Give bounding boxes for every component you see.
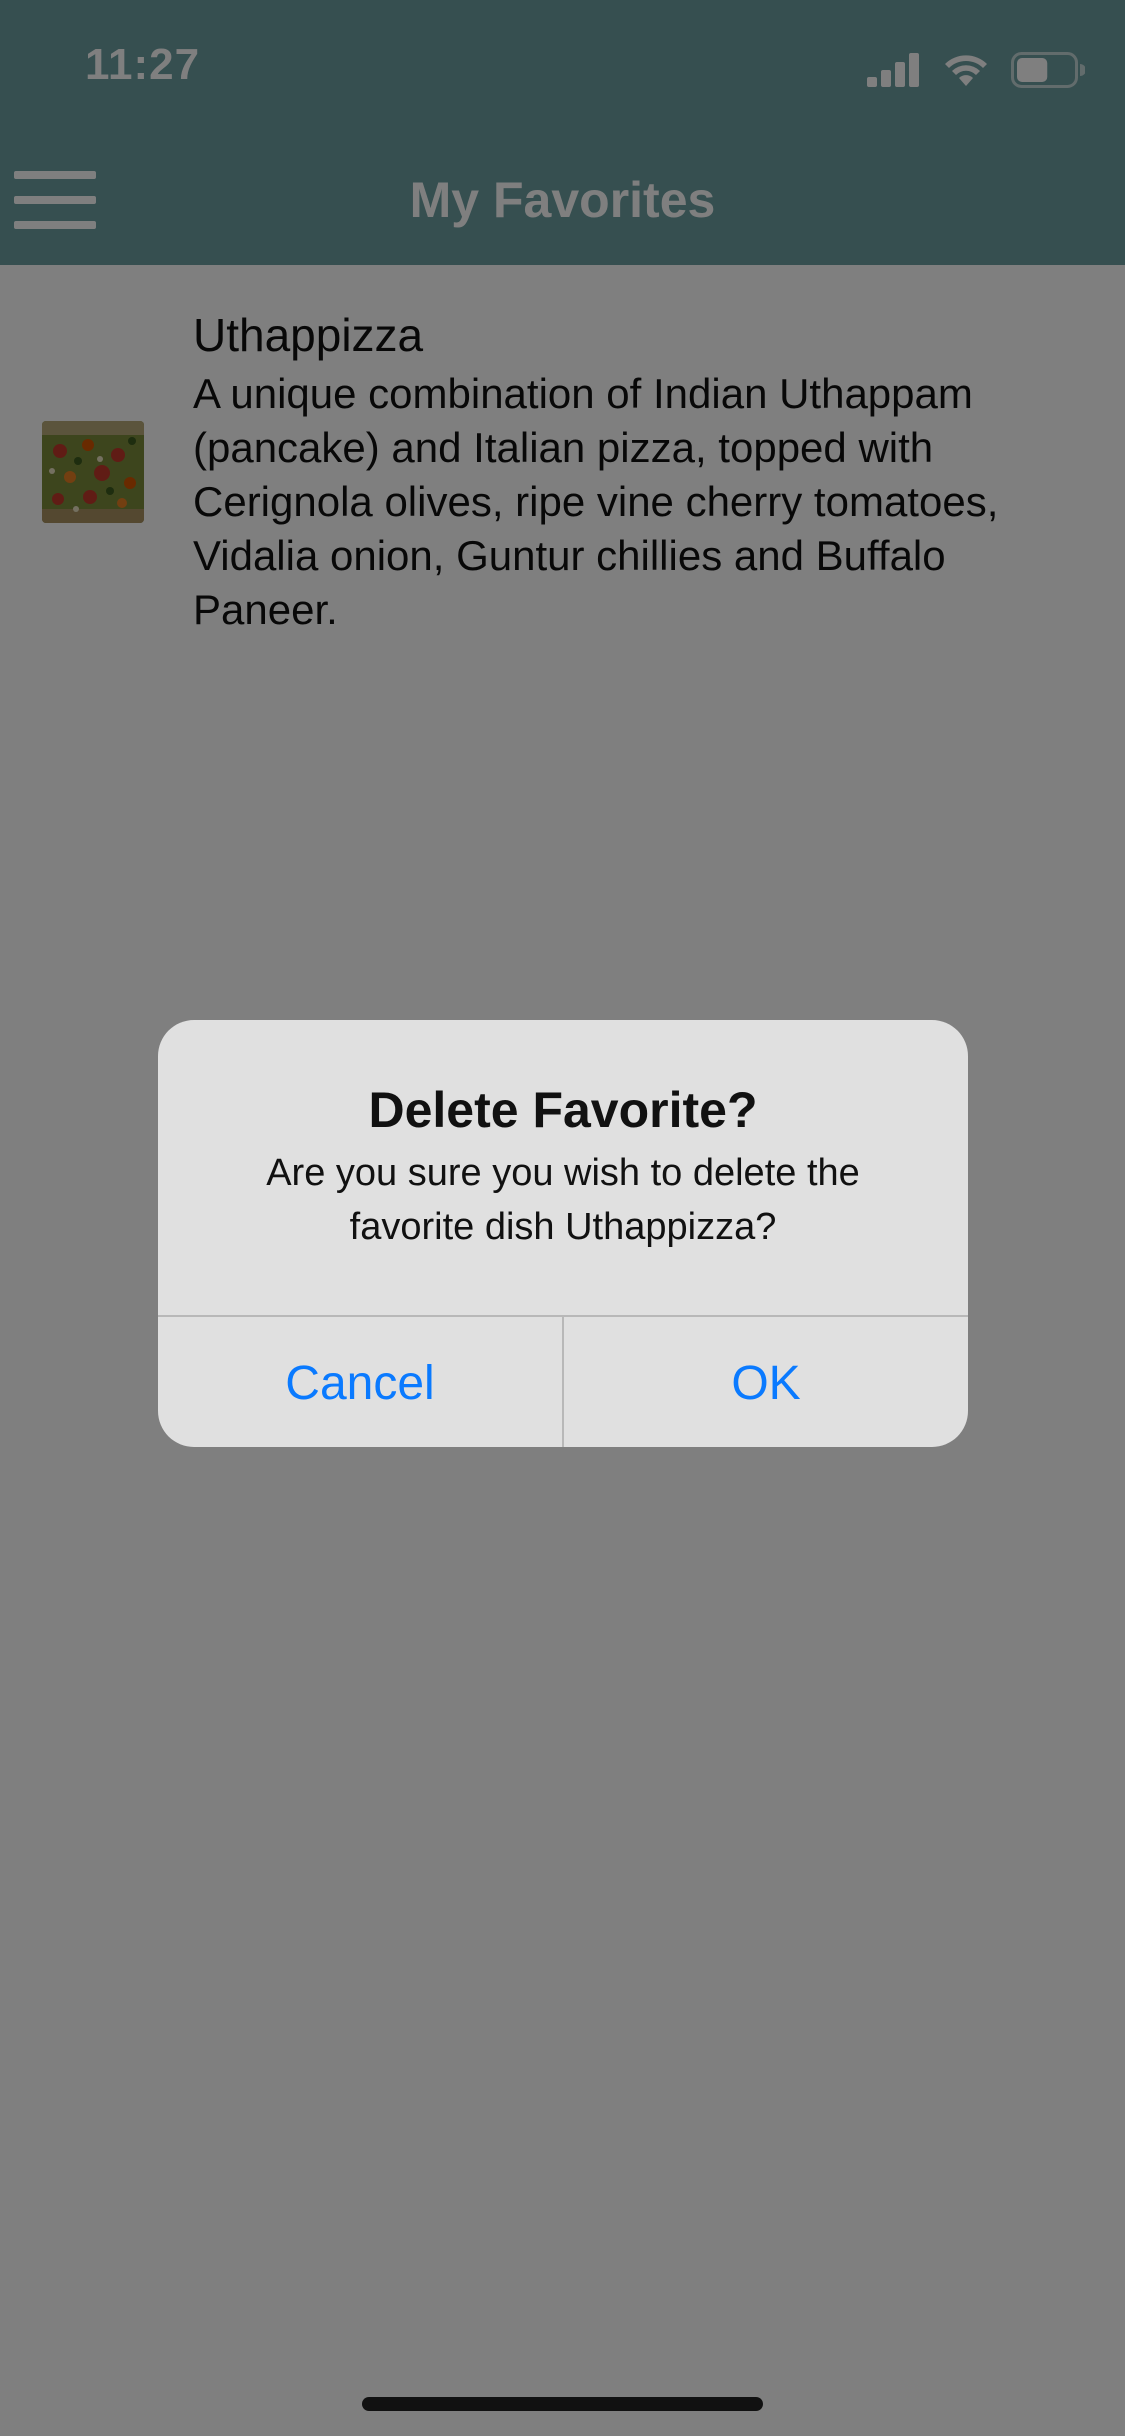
alert-message: Are you sure you wish to delete the favo…: [266, 1152, 860, 1248]
delete-favorite-alert: Delete Favorite? Are you sure you wish t…: [158, 1020, 968, 1447]
alert-title: Delete Favorite?: [368, 1082, 758, 1138]
home-indicator[interactable]: [362, 2397, 763, 2411]
ok-button[interactable]: OK: [562, 1317, 968, 1447]
cancel-button[interactable]: Cancel: [158, 1317, 562, 1447]
app-screen: 11:27: [0, 0, 1125, 2436]
alert-body: Delete Favorite? Are you sure you wish t…: [158, 1020, 968, 1315]
alert-actions: Cancel OK: [158, 1315, 968, 1447]
